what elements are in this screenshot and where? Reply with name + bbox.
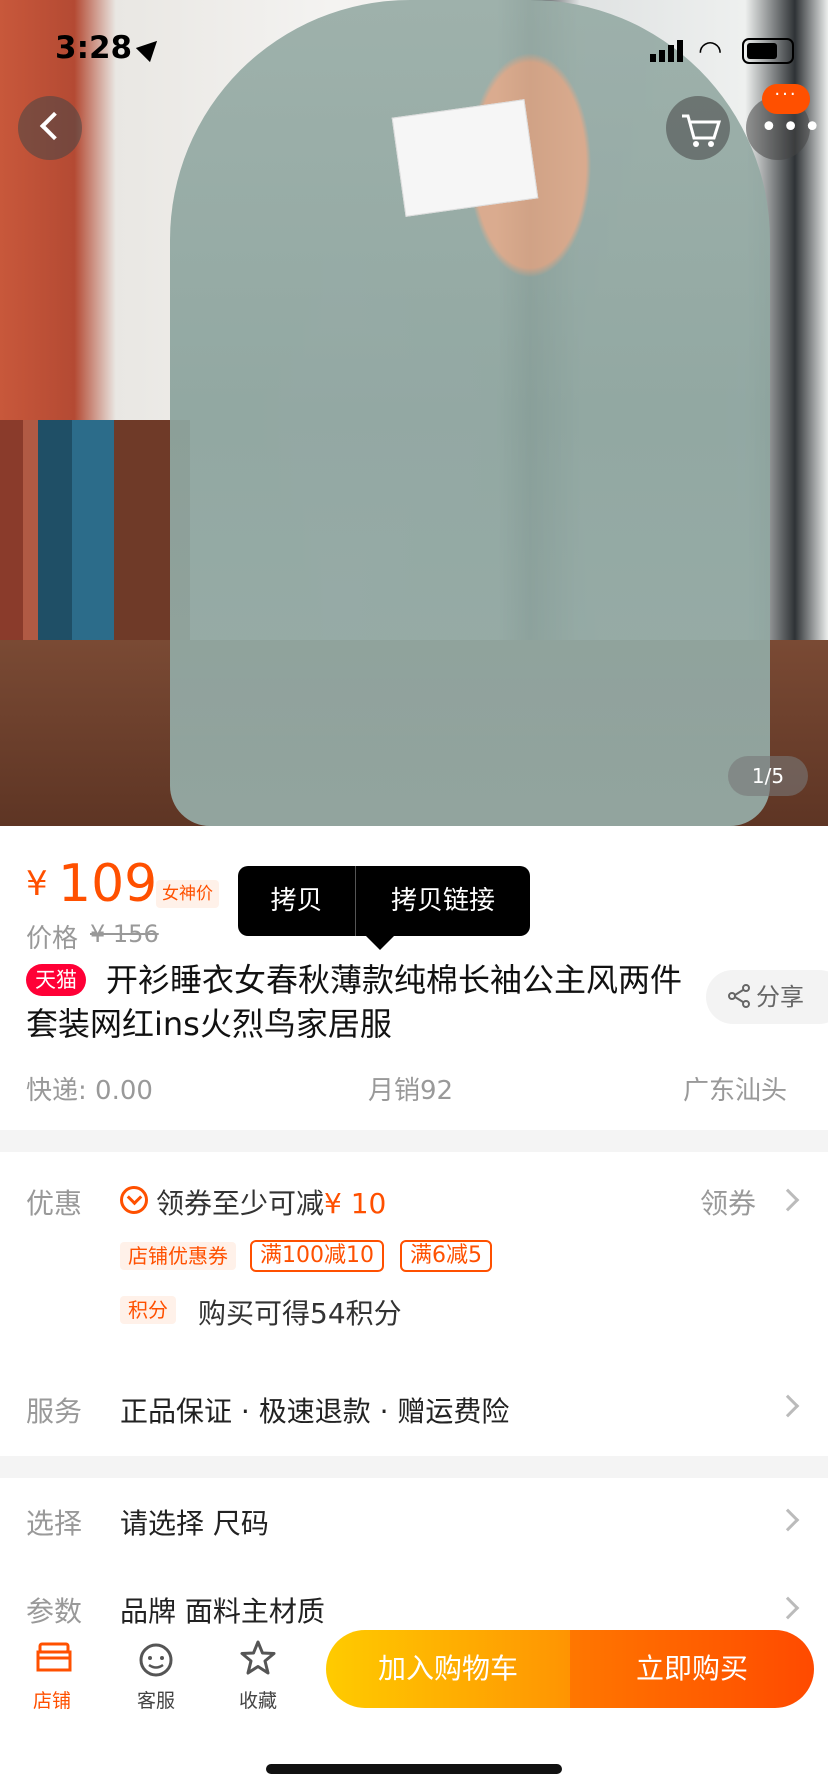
share-icon [728,984,750,1008]
service-label: 服务 [26,1395,83,1428]
select-label: 选择 [26,1507,83,1540]
cart-icon [682,114,722,147]
cart-button[interactable] [666,96,730,160]
image-counter: 1/5 [728,756,808,796]
message-badge: ··· [762,84,810,114]
status-time: 3:28 [55,30,133,66]
chevron-right-icon [776,1188,800,1212]
params-text[interactable]: 品牌 面料主材质 [120,1590,325,1630]
coupon-text-label: 领券至少可减 [156,1187,325,1220]
section-divider [0,1456,828,1478]
star-icon [240,1640,276,1675]
currency-symbol: ¥ [26,864,48,904]
select-size[interactable]: 请选择 尺码 [120,1502,269,1542]
shop-icon [36,1642,72,1672]
battery-icon [742,38,794,64]
product-title[interactable]: 开衫睡衣女春秋薄款纯棉长袖公主风两件套装网红ins火烈鸟家居服 [26,958,686,1046]
copy-button[interactable]: 拷贝 [238,866,356,936]
coupon-amount: ¥ 10 [324,1187,387,1220]
coupon-ticket[interactable]: 满100减10 [250,1240,384,1272]
original-price: ¥ 156 [90,920,159,948]
shop-label: 店铺 [32,1690,71,1712]
copy-tooltip: 拷贝 拷贝链接 [238,866,530,950]
chevron-right-icon [776,1394,800,1418]
signal-icon [650,40,683,62]
back-arrow-icon [39,111,69,141]
share-button[interactable]: 分享 [706,970,828,1024]
home-indicator[interactable] [266,1764,562,1774]
coupon-icon [120,1186,148,1214]
ship-location: 广东汕头 [683,1076,788,1106]
promo-label: 优惠 [26,1187,83,1220]
buy-now-button[interactable]: 立即购买 [570,1630,814,1708]
section-divider [0,1130,828,1152]
get-coupon-button[interactable]: 领券 [700,1182,756,1222]
image-card [391,99,539,217]
service-label: 客服 [136,1690,175,1712]
add-to-cart-button[interactable]: 加入购物车 [326,1630,570,1708]
monthly-sales: 月销92 [368,1076,454,1106]
wifi-icon: ◠ [698,34,723,67]
copy-link-button[interactable]: 拷贝链接 [356,866,530,936]
coupon-text[interactable]: 领券至少可减¥ 10 [156,1182,386,1222]
original-price-label: 价格 [26,924,79,954]
points-text: 购买可得54积分 [198,1297,402,1330]
share-label: 分享 [756,983,804,1011]
shop-button[interactable]: 店铺 [22,1636,82,1713]
shop-coupon-tag: 店铺优惠券 [120,1242,236,1270]
params-label: 参数 [26,1595,83,1628]
image-books [0,420,190,650]
chevron-right-icon [776,1508,800,1532]
coupon-ticket[interactable]: 满6减5 [400,1240,492,1272]
favorite-button[interactable]: 收藏 [228,1636,288,1713]
back-button[interactable] [18,96,82,160]
price-tag: 女神价 [156,880,219,908]
points-tag: 积分 [120,1296,176,1324]
tmall-badge: 天猫 [26,964,86,996]
service-face-icon [139,1643,173,1677]
shipping-fee: 快递: 0.00 [26,1076,153,1106]
customer-service-button[interactable]: 客服 [126,1636,186,1713]
price-value: 109 [58,854,158,914]
chevron-right-icon [776,1596,800,1620]
more-icon: ••• [760,110,826,145]
service-text[interactable]: 正品保证 · 极速退款 · 赠运费险 [120,1390,509,1430]
favorite-label: 收藏 [238,1690,277,1712]
